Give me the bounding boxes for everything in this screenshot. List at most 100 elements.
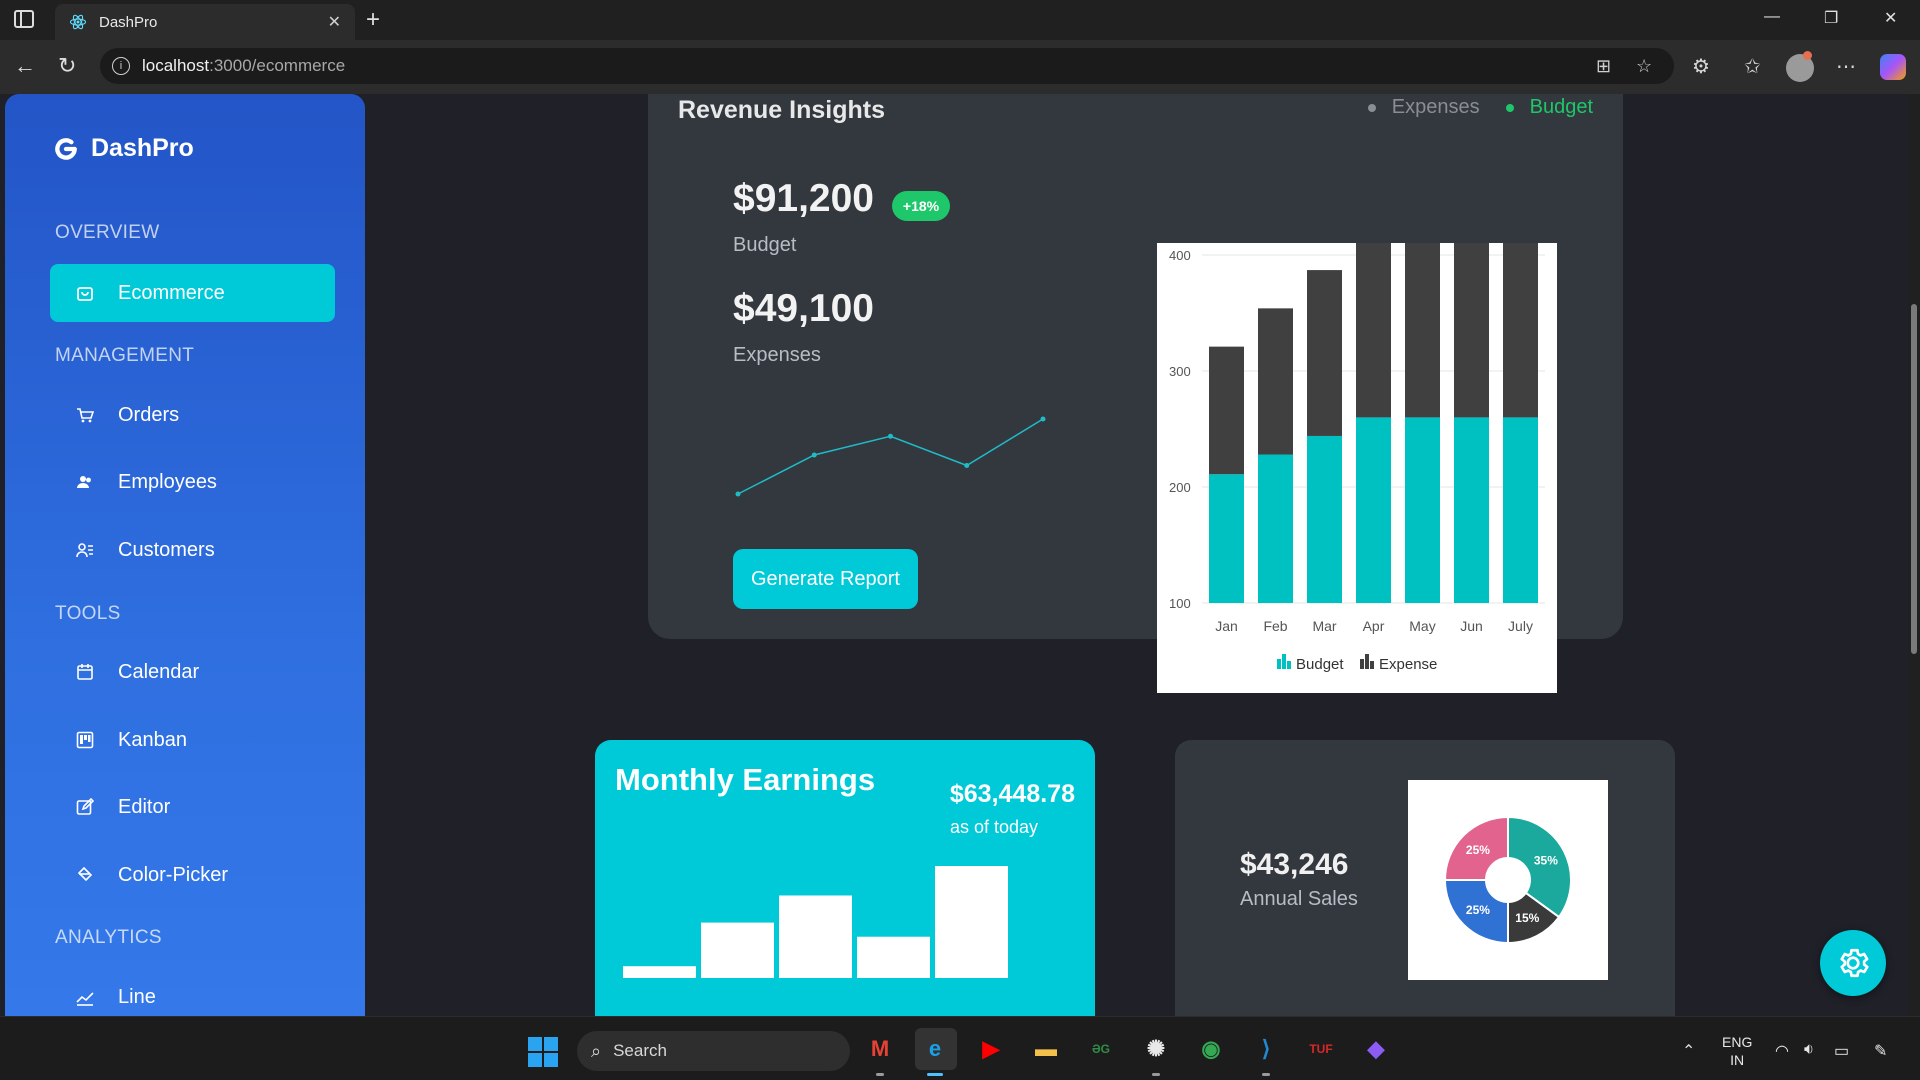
volume-icon[interactable]: 🔉︎ (1804, 1041, 1814, 1059)
earnings-bar[interactable] (779, 895, 852, 978)
generate-report-button[interactable]: Generate Report (733, 549, 918, 609)
sales-label: Annual Sales (1240, 888, 1358, 910)
sparkline-point (811, 452, 817, 458)
bar-budget[interactable] (1209, 474, 1244, 603)
chart-legend-item[interactable]: Budget (1277, 654, 1344, 673)
page-content: DashPro OVERVIEW Ecommerce MANAGEMENT Or… (0, 94, 1920, 1016)
new-tab-button[interactable]: + (366, 6, 380, 34)
settings-button[interactable] (1820, 930, 1886, 996)
bar-budget[interactable] (1356, 417, 1391, 603)
geeksforgeeks-icon[interactable]: ƏG (1085, 1033, 1117, 1065)
revenue-bar-chart: 100 200 300 400 Jan Feb Mar Apr May Jun July Budget… (1157, 231, 1557, 693)
tuf-icon[interactable]: TUF (1305, 1033, 1337, 1065)
react-icon (69, 14, 87, 30)
bar-budget[interactable] (1307, 435, 1342, 603)
lang-line-1: ENG (1722, 1034, 1753, 1050)
youtube-icon[interactable]: ▶ (975, 1033, 1007, 1065)
chrome-icon[interactable]: ◉ (1195, 1033, 1227, 1065)
lang-line-2: IN (1730, 1052, 1745, 1068)
bag-icon (74, 282, 96, 304)
app-available-icon[interactable]: ⊞ (1596, 56, 1611, 77)
sidebar-item-ecommerce[interactable]: Ecommerce (50, 264, 335, 322)
language-indicator[interactable]: ENG IN (1722, 1033, 1752, 1069)
more-icon[interactable]: ⋯ (1836, 54, 1856, 79)
extensions-icon[interactable]: ⚙ (1692, 54, 1710, 79)
minimize-button[interactable]: — (1764, 8, 1780, 26)
vscode-icon[interactable]: ⟩ (1250, 1033, 1282, 1065)
chart-legend-item[interactable]: Expense (1360, 654, 1437, 673)
edge-icon[interactable]: e (919, 1033, 951, 1065)
revenue-insights-card: Revenue Insights Expenses Budget $91,200… (648, 94, 1623, 693)
chatgpt-icon[interactable]: ✺ (1140, 1033, 1172, 1065)
section-tools: TOOLS (55, 603, 121, 624)
files-icon[interactable]: ▬ (1030, 1033, 1062, 1065)
bar-budget[interactable] (1503, 417, 1538, 603)
site-info-icon[interactable]: i (112, 57, 130, 75)
person-list-icon (74, 539, 96, 561)
address-bar[interactable]: i localhost:3000/ecommerce ⊞ ☆ (100, 48, 1674, 84)
legend-swatch (1360, 659, 1364, 669)
sidebar-item-line[interactable]: Line (50, 968, 335, 1016)
running-indicator (1152, 1073, 1160, 1076)
earnings-bar[interactable] (623, 966, 696, 978)
sidebar-item-editor[interactable]: Editor (50, 778, 335, 836)
bar-expense[interactable] (1503, 231, 1538, 418)
gmail-icon[interactable]: M (864, 1033, 896, 1065)
tab-close-icon[interactable]: ✕ (328, 12, 341, 32)
bar-expense[interactable] (1209, 346, 1244, 475)
notification-icon[interactable]: ✎ (1874, 1041, 1887, 1061)
sparkline-point (735, 491, 741, 497)
bar-expense[interactable] (1258, 308, 1293, 455)
sidebar-item-calendar[interactable]: Calendar (50, 643, 335, 701)
copilot-icon[interactable] (1880, 54, 1906, 80)
bar-expense[interactable] (1356, 231, 1391, 418)
y-tick-label: 200 (1169, 480, 1191, 495)
bar-budget[interactable] (1454, 417, 1489, 603)
bar-budget[interactable] (1258, 454, 1293, 603)
url-host: localhost (142, 56, 210, 75)
sidebar-item-label: Customers (118, 538, 215, 561)
sidebar-item-color-picker[interactable]: Color-Picker (50, 846, 335, 904)
windows-start-icon[interactable] (528, 1037, 558, 1067)
favorites-icon[interactable]: ✩ (1744, 54, 1761, 79)
legend-swatch (1365, 654, 1369, 669)
donut-slice-label: 25% (1466, 843, 1490, 857)
sidebar-item-employees[interactable]: Employees (50, 453, 335, 511)
battery-icon[interactable]: ▭ (1834, 1041, 1849, 1061)
copilot-icon[interactable]: ◆ (1360, 1033, 1392, 1065)
tab-actions-icon[interactable] (14, 10, 34, 28)
earnings-bar[interactable] (935, 866, 1008, 978)
favorite-star-icon[interactable]: ☆ (1636, 56, 1652, 77)
wifi-icon[interactable]: ◠ (1775, 1041, 1789, 1061)
sidebar-item-label: Color-Picker (118, 863, 229, 886)
page-scrollbar[interactable] (1908, 94, 1920, 1016)
scrollbar-thumb[interactable] (1911, 304, 1917, 654)
profile-avatar[interactable] (1786, 51, 1814, 82)
sidebar-item-label: Orders (118, 403, 180, 426)
back-icon[interactable]: ← (14, 53, 36, 79)
bar-budget[interactable] (1405, 417, 1440, 603)
bar-expense[interactable] (1454, 231, 1489, 418)
close-window-button[interactable]: ✕ (1884, 8, 1897, 28)
donut-slice-label: 25% (1466, 903, 1490, 917)
sidebar-item-orders[interactable]: Orders (50, 386, 335, 444)
sidebar-item-label: Editor (118, 795, 171, 818)
bar-expense[interactable] (1307, 270, 1342, 436)
browser-tab[interactable]: DashPro ✕ (55, 4, 355, 40)
calendar-icon (74, 661, 96, 683)
sidebar-item-kanban[interactable]: Kanban (50, 711, 335, 769)
taskbar-search[interactable]: ⌕ Search (577, 1031, 850, 1071)
legend-expenses: Expenses (1367, 96, 1480, 119)
tray-chevron-icon[interactable]: ⌃ (1682, 1041, 1695, 1061)
refresh-icon[interactable]: ↻ (58, 53, 76, 79)
running-indicator (927, 1073, 943, 1076)
earnings-bar[interactable] (857, 936, 930, 978)
earnings-bar[interactable] (701, 922, 774, 978)
bar-expense[interactable] (1405, 231, 1440, 418)
x-tick-label: Jan (1215, 618, 1238, 634)
legend-dot (1505, 103, 1514, 112)
restore-button[interactable]: ❐ (1824, 8, 1838, 28)
sidebar-item-customers[interactable]: Customers (50, 521, 335, 579)
sidebar-item-label: Employees (118, 470, 217, 493)
app-logo[interactable]: DashPro (53, 134, 194, 163)
